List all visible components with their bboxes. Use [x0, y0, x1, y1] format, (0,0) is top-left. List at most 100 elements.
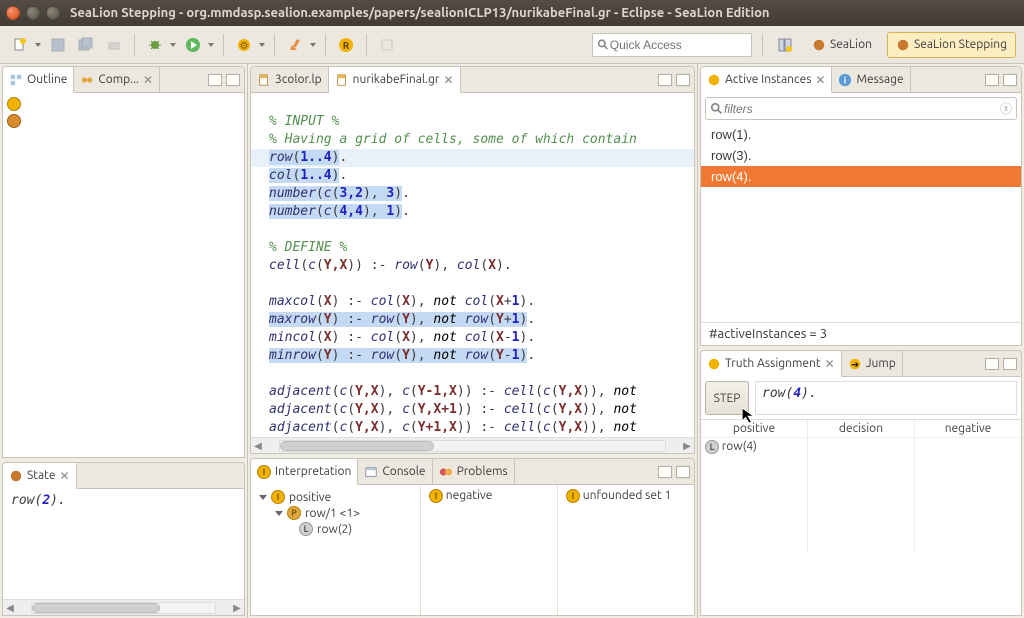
stepping-button[interactable]: ⚙	[232, 33, 256, 57]
maximize-view-icon[interactable]	[1003, 358, 1017, 370]
perspective-sealion-stepping[interactable]: SeaLion Stepping	[887, 32, 1016, 58]
tab-active-instances[interactable]: Active Instances ✕	[701, 67, 832, 93]
interp-negative-col: I negative	[421, 485, 557, 615]
outline-node-icon[interactable]	[7, 114, 21, 128]
quick-access-field[interactable]	[592, 33, 752, 57]
step-button[interactable]: STEP	[705, 381, 749, 415]
scrollbar[interactable]: ◀▶	[251, 437, 694, 453]
stepping-dropdown-icon[interactable]	[258, 43, 266, 47]
debug-dropdown-icon[interactable]	[169, 43, 177, 47]
collapse-icon[interactable]	[275, 511, 283, 516]
perspective-sealion[interactable]: SeaLion	[803, 32, 881, 58]
tab-3color[interactable]: 3color.lp	[251, 67, 329, 92]
info-icon: i	[838, 73, 852, 87]
minimize-view-icon[interactable]	[658, 466, 672, 478]
quick-access-input[interactable]	[610, 38, 747, 52]
svg-text:R: R	[343, 40, 350, 51]
scrollbar[interactable]: ◀▶	[3, 599, 244, 615]
print-button[interactable]	[102, 33, 126, 57]
close-icon[interactable]: ✕	[815, 73, 825, 87]
truth-icon	[707, 357, 721, 371]
interp-badge-icon: I	[566, 489, 580, 503]
instances-status: #activeInstances = 3	[701, 322, 1021, 345]
filter-input[interactable]	[724, 102, 1000, 116]
clear-filter-icon[interactable]: ⓧ	[1000, 100, 1012, 117]
file-icon	[257, 73, 271, 87]
editor-body[interactable]: % INPUT % % Having a grid of cells, some…	[251, 93, 694, 437]
tab-comp[interactable]: Comp... ✕	[74, 67, 160, 92]
close-icon[interactable]: ✕	[825, 357, 835, 371]
pred-badge-icon: P	[287, 506, 301, 520]
main-toolbar: ⚙ R SeaLion SeaLion Stepping	[0, 26, 1024, 64]
save-all-button[interactable]	[74, 33, 98, 57]
new-dropdown-icon[interactable]	[34, 43, 42, 47]
truth-negative-body[interactable]	[915, 438, 1021, 552]
literal-badge-icon: L	[705, 440, 719, 454]
run-button[interactable]	[181, 33, 205, 57]
debug-button[interactable]	[143, 33, 167, 57]
state-icon	[9, 469, 23, 483]
instance-item-selected[interactable]: row(4).	[701, 166, 1021, 187]
minimize-window-icon[interactable]	[26, 6, 40, 20]
instance-item[interactable]: row(3).	[701, 145, 1021, 166]
open-perspective-button[interactable]	[773, 33, 797, 57]
save-button[interactable]	[46, 33, 70, 57]
maximize-window-icon[interactable]	[46, 6, 60, 20]
minimize-view-icon[interactable]	[985, 74, 999, 86]
outline-icon	[9, 73, 23, 87]
minimize-view-icon[interactable]	[208, 74, 222, 86]
truth-decision-body[interactable]	[808, 438, 914, 552]
search-icon	[597, 38, 610, 52]
window-titlebar: SeaLion Stepping - org.mmdasp.sealion.ex…	[0, 0, 1024, 26]
problems-icon	[439, 465, 453, 479]
file-icon	[335, 73, 349, 87]
pin-button[interactable]	[375, 33, 399, 57]
svg-text:➔: ➔	[851, 359, 859, 369]
sealion-icon	[812, 38, 826, 52]
edit-button[interactable]	[283, 33, 307, 57]
tab-interpretation[interactable]: I Interpretation	[251, 459, 358, 485]
close-icon[interactable]: ✕	[143, 73, 153, 87]
interpretation-icon: I	[257, 465, 271, 479]
tab-console[interactable]: Console	[358, 459, 432, 484]
comp-icon	[80, 73, 94, 87]
outline-body	[3, 93, 244, 457]
maximize-view-icon[interactable]	[226, 74, 240, 86]
new-button[interactable]	[8, 33, 32, 57]
instance-item[interactable]: row(1).	[701, 124, 1021, 145]
close-icon[interactable]: ✕	[443, 73, 453, 87]
perspective-label: SeaLion	[830, 38, 872, 51]
outline-node-icon[interactable]	[7, 97, 21, 111]
tab-jump[interactable]: ➔ Jump	[842, 351, 903, 376]
truth-positive-body[interactable]: L row(4)	[701, 438, 807, 552]
tab-problems[interactable]: Problems	[433, 459, 515, 484]
collapse-icon[interactable]	[259, 495, 267, 500]
tab-message[interactable]: i Message	[832, 67, 910, 92]
close-icon[interactable]: ✕	[59, 469, 69, 483]
tab-nurikabe[interactable]: nurikabeFinal.gr ✕	[329, 67, 461, 93]
maximize-view-icon[interactable]	[676, 466, 690, 478]
maximize-view-icon[interactable]	[676, 74, 690, 86]
literal-badge-icon: L	[299, 522, 313, 536]
minimize-view-icon[interactable]	[985, 358, 999, 370]
minimize-view-icon[interactable]	[658, 74, 672, 86]
console-icon	[364, 465, 378, 479]
interpretation-tree[interactable]: I positive P row/1 <1> L row(2)	[251, 485, 421, 615]
instances-list[interactable]: row(1). row(3). row(4).	[701, 124, 1021, 322]
interp-badge-icon: I	[271, 490, 285, 504]
window-title: SeaLion Stepping - org.mmdasp.sealion.ex…	[70, 6, 770, 20]
interp-unfounded-col: I unfounded set 1	[557, 485, 694, 615]
tab-state[interactable]: State ✕	[3, 463, 77, 489]
state-body: row(2).	[3, 489, 244, 599]
svg-text:⚙: ⚙	[240, 40, 249, 51]
edit-dropdown-icon[interactable]	[309, 43, 317, 47]
tab-outline[interactable]: Outline	[3, 67, 74, 93]
filter-field[interactable]: ⓧ	[705, 97, 1017, 120]
instances-icon	[707, 73, 721, 87]
reset-button[interactable]: R	[334, 33, 358, 57]
tab-truth-assignment[interactable]: Truth Assignment ✕	[701, 351, 842, 377]
sealion-stepping-icon	[896, 38, 910, 52]
run-dropdown-icon[interactable]	[207, 43, 215, 47]
maximize-view-icon[interactable]	[1003, 74, 1017, 86]
close-window-icon[interactable]	[6, 6, 20, 20]
